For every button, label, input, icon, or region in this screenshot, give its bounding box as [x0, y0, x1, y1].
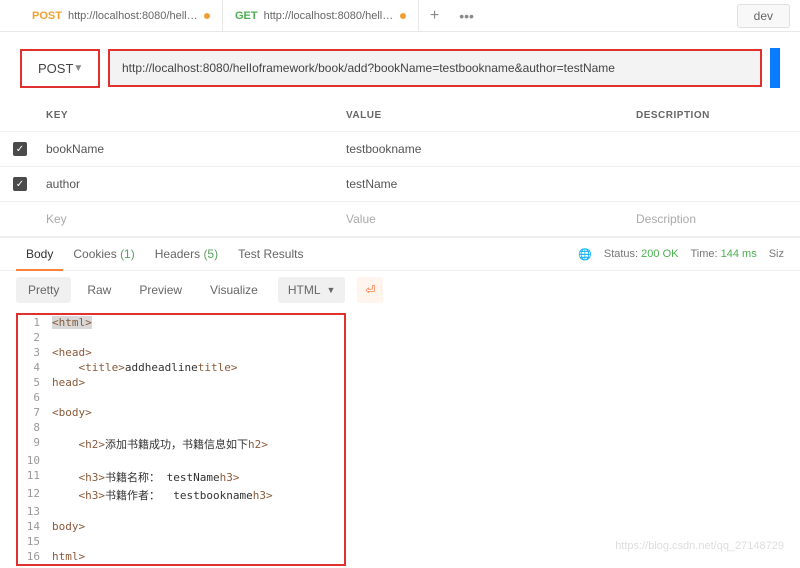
globe-icon[interactable]: 🌐	[578, 248, 592, 261]
url-text: http://localhost:8080/helIoframework/boo…	[122, 61, 615, 75]
http-method-select[interactable]: POST ▼	[20, 49, 100, 88]
tab-title: http://localhost:8080/hellofram...	[264, 10, 394, 22]
param-row: ✓ bookName testbookname	[0, 132, 800, 167]
request-tabs: POST http://localhost:8080/hellofra... G…	[0, 0, 800, 32]
view-raw[interactable]: Raw	[75, 277, 123, 303]
tab-test-results[interactable]: Test Results	[228, 238, 313, 270]
params-table: KEY VALUE DESCRIPTION ✓ bookName testboo…	[0, 100, 800, 237]
request-url-row: POST ▼ http://localhost:8080/helIoframew…	[0, 32, 800, 100]
tab-body[interactable]: Body	[16, 239, 63, 271]
chevron-down-icon: ▼	[327, 285, 336, 295]
tab-title: http://localhost:8080/hellofra...	[68, 10, 198, 22]
col-key: KEY	[40, 106, 340, 125]
response-body[interactable]: 1<html>2 3<head>4 <title>addheadlinetitl…	[16, 313, 346, 566]
view-visualize[interactable]: Visualize	[198, 277, 270, 303]
request-tab-0[interactable]: POST http://localhost:8080/hellofra...	[20, 0, 223, 31]
chevron-down-icon: ▼	[73, 63, 83, 74]
checkbox-icon[interactable]: ✓	[13, 177, 27, 191]
param-value[interactable]: testbookname	[340, 138, 630, 160]
col-value: VALUE	[340, 106, 630, 125]
new-tab-button[interactable]: +	[419, 0, 451, 31]
method-label: POST	[38, 61, 73, 76]
param-key[interactable]: author	[40, 173, 340, 195]
view-pretty[interactable]: Pretty	[16, 277, 71, 303]
response-status: 🌐 Status: 200 OK Time: 144 ms Siz	[578, 248, 784, 261]
request-tab-1[interactable]: GET http://localhost:8080/hellofram...	[223, 0, 419, 31]
line-wrap-icon[interactable]: ⏎	[357, 277, 383, 303]
params-header-row: KEY VALUE DESCRIPTION	[0, 100, 800, 132]
param-key-placeholder[interactable]: Key	[40, 208, 340, 230]
col-desc: DESCRIPTION	[630, 106, 800, 125]
language-select[interactable]: HTML ▼	[278, 277, 346, 303]
view-preview[interactable]: Preview	[127, 277, 194, 303]
param-value-placeholder[interactable]: Value	[340, 208, 630, 230]
unsaved-dot-icon	[400, 13, 406, 19]
tab-cookies[interactable]: Cookies (1)	[63, 238, 144, 270]
param-value[interactable]: testName	[340, 173, 630, 195]
body-view-modes: Pretty Raw Preview Visualize HTML ▼ ⏎	[0, 271, 800, 309]
param-key[interactable]: bookName	[40, 138, 340, 160]
unsaved-dot-icon	[204, 13, 210, 19]
tab-method: POST	[32, 10, 62, 22]
tab-headers[interactable]: Headers (5)	[145, 238, 228, 270]
watermark: https://blog.csdn.net/qq_27148729	[615, 540, 784, 552]
tab-method: GET	[235, 10, 258, 22]
param-row: ✓ author testName	[0, 167, 800, 202]
send-button[interactable]	[770, 48, 780, 88]
param-desc[interactable]	[630, 145, 800, 153]
param-desc[interactable]	[630, 180, 800, 188]
environment-selector[interactable]: dev	[737, 4, 790, 28]
param-desc-placeholder[interactable]: Description	[630, 208, 800, 230]
checkbox-icon[interactable]: ✓	[13, 142, 27, 156]
param-row-empty[interactable]: Key Value Description	[0, 202, 800, 237]
url-input[interactable]: http://localhost:8080/helIoframework/boo…	[108, 49, 762, 87]
tab-overflow-button[interactable]: •••	[451, 0, 483, 31]
response-tabs: Body Cookies (1) Headers (5) Test Result…	[0, 237, 800, 271]
